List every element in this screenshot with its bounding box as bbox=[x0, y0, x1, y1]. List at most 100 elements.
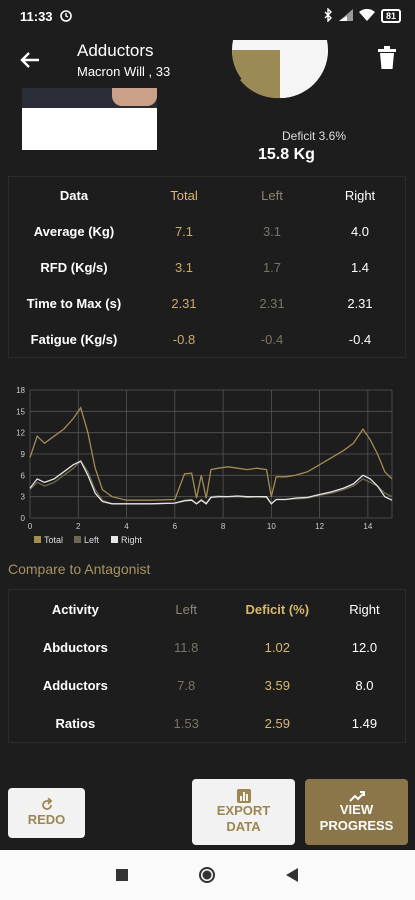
header-deficit: Deficit (%) bbox=[245, 601, 310, 617]
bar-chart-icon bbox=[236, 789, 251, 803]
header-total: Total bbox=[170, 187, 198, 203]
deficit-label: Deficit 3.6% bbox=[282, 129, 347, 143]
delete-button[interactable] bbox=[377, 46, 401, 74]
system-nav-bar bbox=[0, 850, 415, 900]
total-value: 2.31 bbox=[171, 295, 197, 311]
wifi-icon bbox=[358, 8, 375, 24]
row-label: Time to Max (s) bbox=[26, 295, 122, 311]
status-time: 11:33 bbox=[20, 8, 53, 24]
right-value: 12.0 bbox=[351, 639, 378, 655]
recents-button[interactable] bbox=[116, 869, 128, 881]
y-tick-label: 15 bbox=[16, 407, 25, 416]
total-value: -0.8 bbox=[172, 331, 196, 347]
series-line-right bbox=[29, 460, 393, 505]
export-label-2: DATA bbox=[226, 819, 261, 834]
progress-label-1: VIEW bbox=[339, 802, 374, 817]
right-value: 8.0 bbox=[355, 677, 374, 693]
export-data-button[interactable]: EXPORT DATA bbox=[192, 779, 295, 845]
activity-label: Ratios bbox=[55, 715, 96, 731]
arrow-left-icon bbox=[20, 52, 39, 68]
legend-label: Right bbox=[121, 535, 143, 545]
y-tick-label: 9 bbox=[21, 450, 26, 459]
header-right: Right bbox=[344, 187, 376, 203]
table-row: Average (Kg) 7.1 3.1 4.0 bbox=[9, 213, 405, 249]
redo-button[interactable]: REDO bbox=[8, 788, 85, 838]
table-header: Activity Left Deficit (%) Right bbox=[9, 590, 405, 628]
legend-label: Left bbox=[84, 535, 100, 545]
x-tick-label: 6 bbox=[173, 522, 178, 531]
right-value: 2.31 bbox=[347, 295, 373, 311]
header-left: Left bbox=[261, 187, 283, 203]
app-bar: Adductors Macron Will , 33 bbox=[0, 32, 415, 88]
force-chart: 0 3 6 9 12 15 18 0 2 4 6 8 10 12 14 Total Left Right bbox=[16, 386, 393, 545]
x-tick-label: 2 bbox=[76, 522, 81, 531]
deficit-value: 3.59 bbox=[264, 677, 290, 693]
total-value: 15.8 Kg bbox=[258, 146, 315, 163]
page-title: Adductors bbox=[77, 41, 154, 60]
x-tick-label: 0 bbox=[28, 522, 33, 531]
table-row: RFD (Kg/s) 3.1 1.7 1.4 bbox=[9, 249, 405, 285]
results-table: Data Total Left Right Average (Kg) 7.1 3… bbox=[8, 176, 406, 358]
x-tick-label: 4 bbox=[124, 522, 129, 531]
deficit-pie bbox=[232, 40, 328, 99]
header-activity: Activity bbox=[51, 601, 99, 617]
deficit-value: 1.02 bbox=[264, 639, 290, 655]
legend-label: Total bbox=[44, 535, 63, 545]
export-label-1: EXPORT bbox=[216, 803, 271, 818]
status-bar: 11:33 81 bbox=[0, 0, 415, 32]
left-value: 2.31 bbox=[259, 295, 285, 311]
legend-swatch bbox=[74, 536, 81, 543]
activity-label: Abductors bbox=[42, 639, 108, 655]
left-value: 1.53 bbox=[173, 715, 199, 731]
header-data: Data bbox=[59, 187, 89, 203]
y-tick-label: 12 bbox=[16, 429, 25, 438]
right-value: 4.0 bbox=[350, 223, 370, 239]
left-value: 3.1 bbox=[262, 223, 282, 239]
row-label: Fatigue (Kg/s) bbox=[30, 331, 118, 347]
legend-swatch bbox=[111, 536, 118, 543]
row-label: Average (Kg) bbox=[33, 223, 115, 239]
progress-label-2: PROGRESS bbox=[319, 818, 394, 833]
table-row: Fatigue (Kg/s) -0.8 -0.4 -0.4 bbox=[9, 321, 405, 357]
home-button[interactable] bbox=[198, 866, 216, 884]
redo-label: REDO bbox=[27, 812, 66, 827]
signal-icon bbox=[338, 8, 353, 24]
x-tick-label: 14 bbox=[363, 522, 372, 531]
table-row: Adductors 7.8 3.59 8.0 bbox=[9, 666, 405, 704]
table-row: Abductors 11.8 1.02 12.0 bbox=[9, 628, 405, 666]
legend-swatch bbox=[34, 536, 41, 543]
alarm-icon bbox=[59, 8, 73, 25]
view-progress-button[interactable]: VIEW PROGRESS bbox=[305, 779, 408, 845]
right-value: 1.4 bbox=[350, 259, 370, 275]
trending-up-icon bbox=[348, 791, 365, 802]
header-right: Right bbox=[349, 601, 380, 617]
activity-label: Adductors bbox=[42, 677, 108, 693]
redo-icon bbox=[41, 798, 52, 810]
table-header: Data Total Left Right bbox=[9, 177, 405, 213]
nav-back-button[interactable] bbox=[286, 868, 298, 882]
compare-title: Compare to Antagonist bbox=[8, 561, 151, 577]
bluetooth-icon bbox=[323, 6, 333, 25]
row-label: RFD (Kg/s) bbox=[40, 259, 108, 275]
right-value: 1.49 bbox=[351, 715, 378, 731]
table-row: Time to Max (s) 2.31 2.31 2.31 bbox=[9, 285, 405, 321]
left-value: 11.8 bbox=[174, 639, 199, 655]
y-tick-label: 3 bbox=[21, 493, 26, 502]
test-photo bbox=[22, 88, 157, 150]
hand-image bbox=[112, 88, 157, 106]
antagonist-table: Activity Left Deficit (%) Right Abductor… bbox=[8, 589, 406, 743]
x-tick-label: 12 bbox=[315, 522, 324, 531]
back-button[interactable] bbox=[16, 46, 44, 74]
deficit-value: 2.59 bbox=[264, 715, 290, 731]
y-tick-label: 6 bbox=[21, 471, 26, 480]
right-value: -0.4 bbox=[348, 331, 372, 347]
left-value: 7.8 bbox=[177, 677, 196, 693]
table-row: Ratios 1.53 2.59 1.49 bbox=[9, 704, 405, 742]
total-value: 3.1 bbox=[174, 259, 194, 275]
x-tick-label: 10 bbox=[267, 522, 276, 531]
battery-icon: 81 bbox=[380, 9, 401, 23]
athlete-name: Macron Will , 33 bbox=[77, 64, 171, 79]
y-tick-label: 18 bbox=[16, 386, 25, 395]
y-tick-label: 0 bbox=[21, 514, 26, 523]
header-left: Left bbox=[175, 601, 198, 617]
